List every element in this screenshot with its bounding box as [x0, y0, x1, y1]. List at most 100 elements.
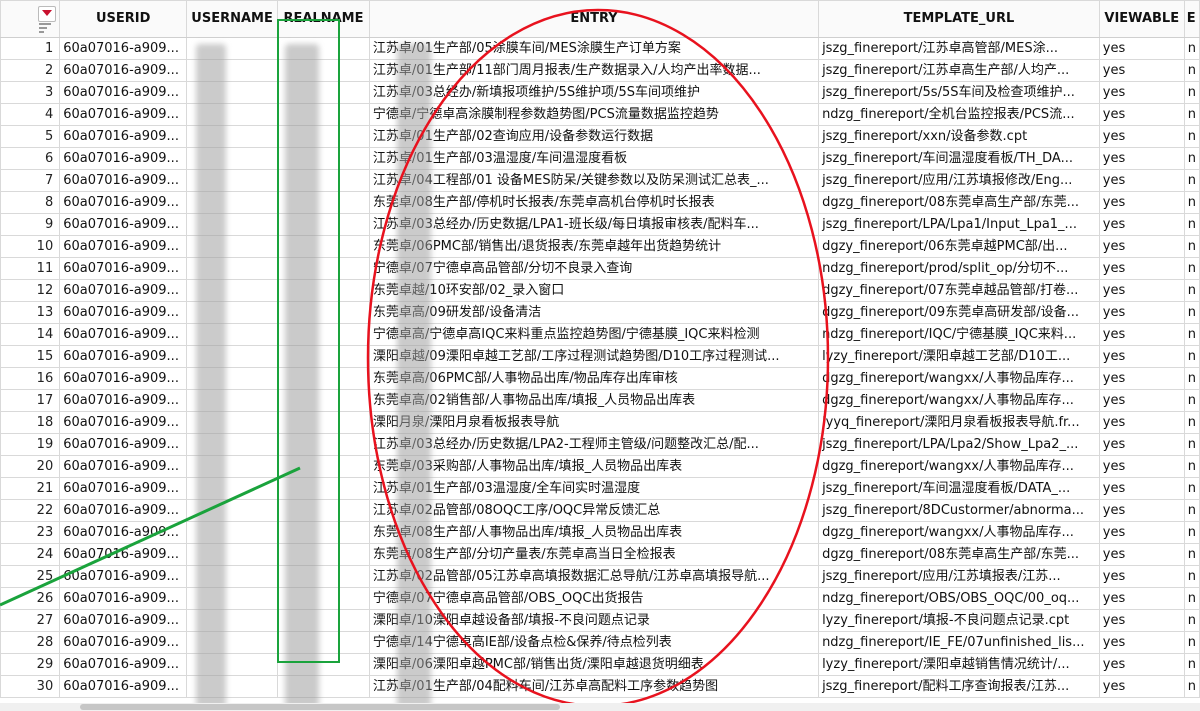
- e-cell[interactable]: n: [1183, 653, 1200, 676]
- userid-cell[interactable]: 60a07016-a909...: [59, 543, 188, 566]
- row-number-cell[interactable]: 2: [0, 59, 61, 82]
- viewable-cell[interactable]: yes: [1098, 191, 1185, 214]
- table-row[interactable]: 29 60a07016-a909... 溧阳卓/06溧阳卓越PMC部/销售出货/溧阳…: [0, 653, 1200, 676]
- e-cell[interactable]: n: [1183, 257, 1200, 280]
- e-cell[interactable]: n: [1183, 37, 1200, 60]
- userid-cell[interactable]: 60a07016-a909...: [59, 301, 188, 324]
- viewable-cell[interactable]: yes: [1098, 257, 1185, 280]
- e-cell[interactable]: n: [1183, 345, 1200, 368]
- entry-cell[interactable]: 东莞卓高/09研发部/设备清洁: [368, 301, 820, 324]
- viewable-cell[interactable]: yes: [1098, 235, 1185, 258]
- row-number-cell[interactable]: 23: [0, 521, 61, 544]
- userid-cell[interactable]: 60a07016-a909...: [59, 103, 188, 126]
- row-number-cell[interactable]: 24: [0, 543, 61, 566]
- viewable-cell[interactable]: yes: [1098, 587, 1185, 610]
- entry-cell[interactable]: 东莞卓高/06PMC部/人事物品出库/物品库存出库审核: [368, 367, 820, 390]
- column-header-template-url[interactable]: TEMPLATE_URL: [818, 0, 1100, 38]
- entry-cell[interactable]: 江苏卓/01生产部/05涂膜车间/MES涂膜生产订单方案: [368, 37, 820, 60]
- row-number-cell[interactable]: 8: [0, 191, 61, 214]
- table-row[interactable]: 9 60a07016-a909... 江苏卓/03总经办/历史数据/LPA1-班长级…: [0, 213, 1200, 236]
- row-number-cell[interactable]: 1: [0, 37, 61, 60]
- column-header-userid[interactable]: USERID: [59, 0, 188, 38]
- viewable-cell[interactable]: yes: [1098, 521, 1185, 544]
- userid-cell[interactable]: 60a07016-a909...: [59, 411, 188, 434]
- viewable-cell[interactable]: yes: [1098, 59, 1185, 82]
- template-url-cell[interactable]: jszg_finereport/车间温湿度看板/TH_DA...: [818, 147, 1100, 170]
- template-url-cell[interactable]: jszg_finereport/江苏卓高管部/MES涂...: [818, 37, 1100, 60]
- viewable-cell[interactable]: yes: [1098, 103, 1185, 126]
- entry-cell[interactable]: 江苏卓/02品管部/05江苏卓高填报数据汇总导航/江苏卓高填报导航...: [368, 565, 820, 588]
- template-url-cell[interactable]: ndzg_finereport/全机台监控报表/PCS流...: [818, 103, 1100, 126]
- entry-cell[interactable]: 江苏卓/01生产部/11部门周月报表/生产数据录入/人均产出率数据...: [368, 59, 820, 82]
- viewable-cell[interactable]: yes: [1098, 125, 1185, 148]
- viewable-cell[interactable]: yes: [1098, 367, 1185, 390]
- template-url-cell[interactable]: lyyq_finereport/溧阳月泉看板报表导航.fr...: [818, 411, 1100, 434]
- template-url-cell[interactable]: jszg_finereport/5s/5S车间及检查项维护...: [818, 81, 1100, 104]
- userid-cell[interactable]: 60a07016-a909...: [59, 323, 188, 346]
- entry-cell[interactable]: 江苏卓/01生产部/03温湿度/车间温湿度看板: [368, 147, 820, 170]
- row-number-cell[interactable]: 11: [0, 257, 61, 280]
- userid-cell[interactable]: 60a07016-a909...: [59, 59, 188, 82]
- row-number-cell[interactable]: 14: [0, 323, 61, 346]
- entry-cell[interactable]: 江苏卓/02品管部/08OQC工序/OQC异常反馈汇总: [368, 499, 820, 522]
- viewable-cell[interactable]: yes: [1098, 543, 1185, 566]
- viewable-cell[interactable]: yes: [1098, 477, 1185, 500]
- template-url-cell[interactable]: jszg_finereport/江苏卓高生产部/人均产...: [818, 59, 1100, 82]
- entry-cell[interactable]: 溧阳卓越/09溧阳卓越工艺部/工序过程测试趋势图/D10工序过程测试...: [368, 345, 820, 368]
- entry-cell[interactable]: 宁德卓/宁德卓高涂膜制程参数趋势图/PCS流量数据监控趋势: [368, 103, 820, 126]
- horizontal-scrollbar-thumb[interactable]: [80, 704, 560, 710]
- template-url-cell[interactable]: ndzg_finereport/OBS/OBS_OQC/00_oq...: [818, 587, 1100, 610]
- template-url-cell[interactable]: jszg_finereport/LPA/Lpa2/Show_Lpa2_...: [818, 433, 1100, 456]
- e-cell[interactable]: n: [1183, 411, 1200, 434]
- template-url-cell[interactable]: jszg_finereport/8DCustormer/abnorma...: [818, 499, 1100, 522]
- viewable-cell[interactable]: yes: [1098, 653, 1185, 676]
- entry-cell[interactable]: 江苏卓/01生产部/02查询应用/设备参数运行数据: [368, 125, 820, 148]
- row-number-cell[interactable]: 7: [0, 169, 61, 192]
- template-url-cell[interactable]: jszg_finereport/xxn/设备参数.cpt: [818, 125, 1100, 148]
- entry-cell[interactable]: 东莞卓/08生产部/分切产量表/东莞卓高当日全检报表: [368, 543, 820, 566]
- table-row[interactable]: 17 60a07016-a909... 东莞卓高/02销售部/人事物品出库/填报_人…: [0, 389, 1200, 412]
- column-header-viewable[interactable]: VIEWABLE: [1098, 0, 1185, 38]
- e-cell[interactable]: n: [1183, 191, 1200, 214]
- viewable-cell[interactable]: yes: [1098, 279, 1185, 302]
- table-row[interactable]: 25 60a07016-a909... 江苏卓/02品管部/05江苏卓高填报数据汇总…: [0, 565, 1200, 588]
- table-row[interactable]: 20 60a07016-a909... 东莞卓/03采购部/人事物品出库/填报_人员…: [0, 455, 1200, 478]
- userid-cell[interactable]: 60a07016-a909...: [59, 389, 188, 412]
- userid-cell[interactable]: 60a07016-a909...: [59, 279, 188, 302]
- entry-cell[interactable]: 溧阳卓/06溧阳卓越PMC部/销售出货/溧阳卓越退货明细表: [368, 653, 820, 676]
- row-number-cell[interactable]: 17: [0, 389, 61, 412]
- e-cell[interactable]: n: [1183, 367, 1200, 390]
- row-number-cell[interactable]: 22: [0, 499, 61, 522]
- userid-cell[interactable]: 60a07016-a909...: [59, 609, 188, 632]
- userid-cell[interactable]: 60a07016-a909...: [59, 37, 188, 60]
- row-number-cell[interactable]: 27: [0, 609, 61, 632]
- row-number-cell[interactable]: 12: [0, 279, 61, 302]
- e-cell[interactable]: n: [1183, 323, 1200, 346]
- userid-cell[interactable]: 60a07016-a909...: [59, 257, 188, 280]
- template-url-cell[interactable]: jszg_finereport/LPA/Lpa1/Input_Lpa1_...: [818, 213, 1100, 236]
- table-row[interactable]: 22 60a07016-a909... 江苏卓/02品管部/08OQC工序/OQC异…: [0, 499, 1200, 522]
- e-cell[interactable]: n: [1183, 609, 1200, 632]
- table-row[interactable]: 19 60a07016-a909... 江苏卓/03总经办/历史数据/LPA2-工程…: [0, 433, 1200, 456]
- entry-cell[interactable]: 宁德卓/07宁德卓高品管部/分切不良录入查询: [368, 257, 820, 280]
- row-header-corner[interactable]: [0, 0, 61, 38]
- row-number-cell[interactable]: 29: [0, 653, 61, 676]
- userid-cell[interactable]: 60a07016-a909...: [59, 191, 188, 214]
- row-number-cell[interactable]: 9: [0, 213, 61, 236]
- entry-cell[interactable]: 东莞卓/08生产部/停机时长报表/东莞卓高机台停机时长报表: [368, 191, 820, 214]
- entry-cell[interactable]: 溧阳月泉/溧阳月泉看板报表导航: [368, 411, 820, 434]
- entry-cell[interactable]: 溧阳卓/10溧阳卓越设备部/填报-不良问题点记录: [368, 609, 820, 632]
- viewable-cell[interactable]: yes: [1098, 433, 1185, 456]
- template-url-cell[interactable]: dgzg_finereport/wangxx/人事物品库存...: [818, 521, 1100, 544]
- table-row[interactable]: 16 60a07016-a909... 东莞卓高/06PMC部/人事物品出库/物品库…: [0, 367, 1200, 390]
- entry-cell[interactable]: 江苏卓/04工程部/01 设备MES防呆/关键参数以及防呆测试汇总表_...: [368, 169, 820, 192]
- row-number-cell[interactable]: 15: [0, 345, 61, 368]
- row-number-cell[interactable]: 25: [0, 565, 61, 588]
- e-cell[interactable]: n: [1183, 81, 1200, 104]
- row-number-cell[interactable]: 18: [0, 411, 61, 434]
- entry-cell[interactable]: 东莞卓/08生产部/人事物品出库/填报_人员物品出库表: [368, 521, 820, 544]
- table-row[interactable]: 6 60a07016-a909... 江苏卓/01生产部/03温湿度/车间温湿度看板…: [0, 147, 1200, 170]
- viewable-cell[interactable]: yes: [1098, 499, 1185, 522]
- table-row[interactable]: 28 60a07016-a909... 宁德卓/14宁德卓高IE部/设备点检&保养/…: [0, 631, 1200, 654]
- e-cell[interactable]: n: [1183, 675, 1200, 698]
